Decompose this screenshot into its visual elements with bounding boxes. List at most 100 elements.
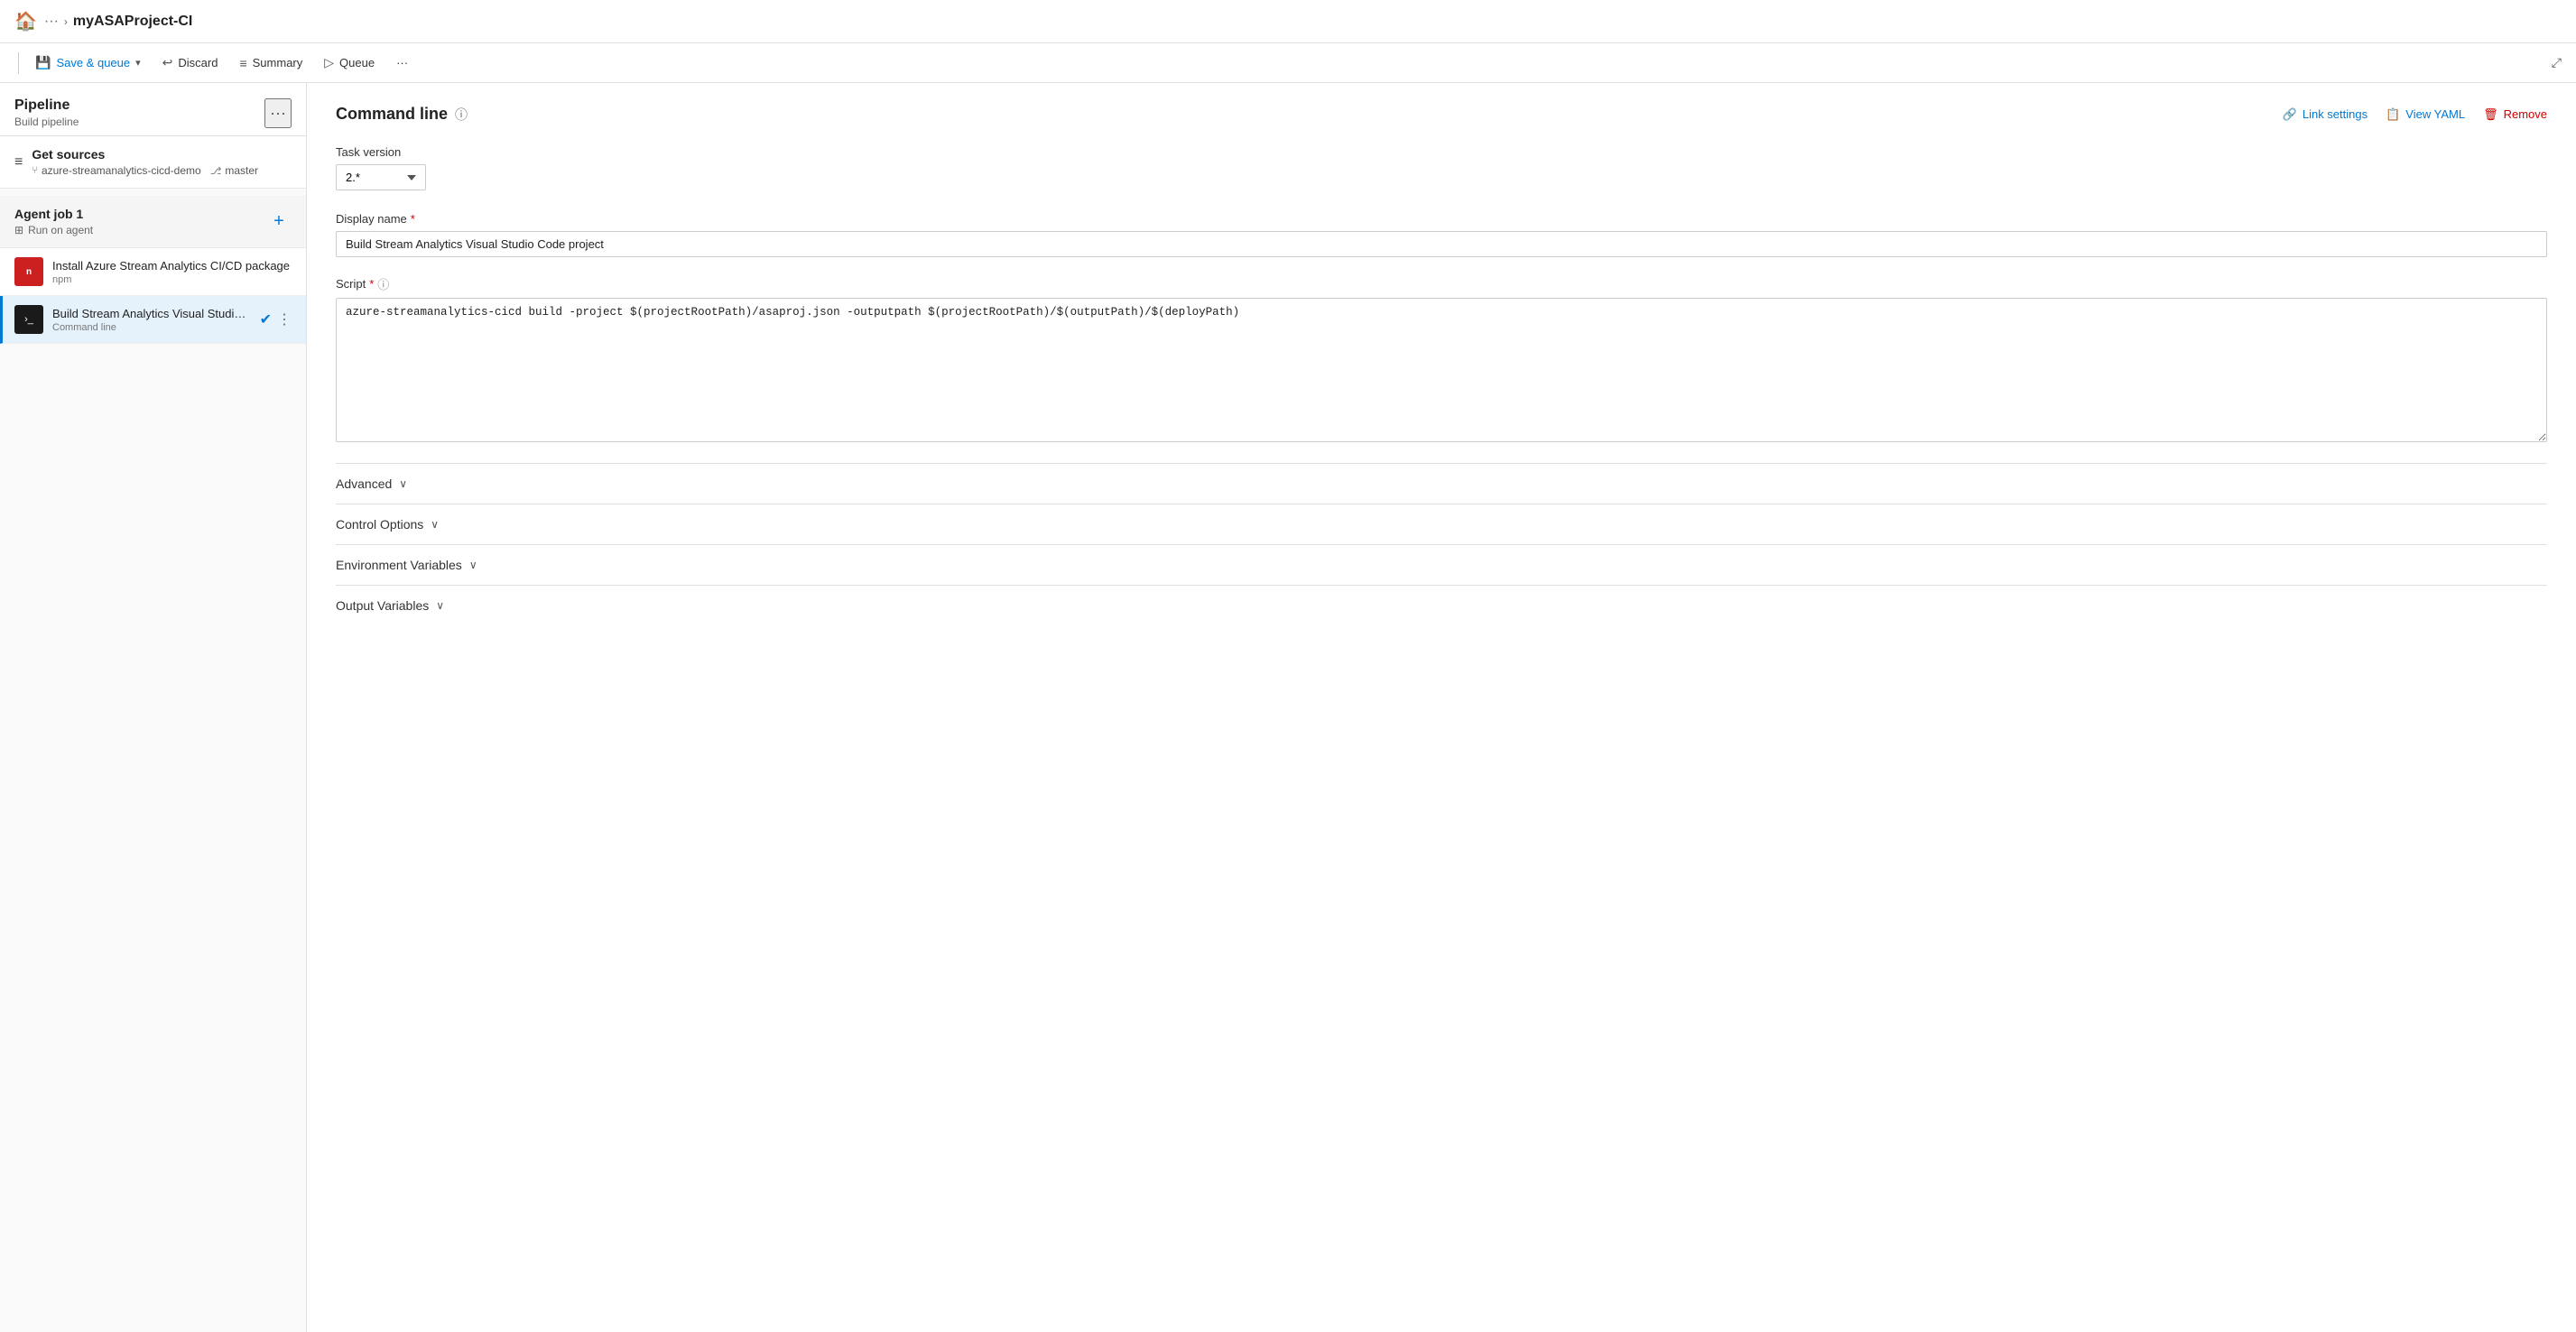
cmd-title-area: Command line ⓘ — [336, 105, 468, 124]
toolbar-divider — [18, 52, 19, 74]
cmd-title: Command line — [336, 105, 448, 124]
advanced-chevron: ∨ — [399, 477, 407, 490]
script-info-icon[interactable]: ⓘ — [377, 275, 389, 292]
environment-variables-section: Environment Variables ∨ — [336, 544, 2547, 585]
cmd-task-title: Build Stream Analytics Visual Studio Cod… — [52, 307, 251, 320]
right-panel: Command line ⓘ 🔗 Link settings 📋 View YA… — [307, 83, 2576, 1332]
control-options-toggle[interactable]: Control Options ∨ — [336, 517, 2547, 532]
agent-job-title: Agent job 1 — [14, 207, 93, 221]
breadcrumb-chevron: › — [64, 15, 68, 28]
advanced-toggle[interactable]: Advanced ∨ — [336, 476, 2547, 491]
output-variables-label: Output Variables — [336, 598, 429, 613]
npm-icon-label: n — [26, 267, 32, 277]
agent-job-left: Agent job 1 ⊞ Run on agent — [14, 207, 93, 236]
save-queue-arrow: ▾ — [135, 57, 141, 69]
get-sources-meta: ⑂ azure-streamanalytics-cicd-demo ⎇ mast… — [32, 164, 258, 177]
cmd-task-content: Build Stream Analytics Visual Studio Cod… — [52, 307, 251, 333]
save-icon: 💾 — [35, 55, 51, 70]
queue-icon: ▷ — [324, 55, 334, 70]
expand-icon[interactable]: ⤢ — [2552, 55, 2562, 70]
view-yaml-icon: 📋 — [2386, 107, 2400, 122]
link-settings-button[interactable]: 🔗 Link settings — [2283, 107, 2368, 122]
task-version-label: Task version — [336, 145, 2547, 159]
save-queue-button[interactable]: 💾 Save & queue ▾ — [26, 51, 150, 74]
cmd-info-icon[interactable]: ⓘ — [455, 106, 468, 124]
get-sources-content: Get sources ⑂ azure-streamanalytics-cicd… — [32, 147, 258, 177]
more-dots: ··· — [396, 56, 408, 69]
environment-variables-toggle[interactable]: Environment Variables ∨ — [336, 558, 2547, 572]
link-settings-label: Link settings — [2303, 107, 2368, 121]
cmd-task-subtitle: Command line — [52, 322, 251, 333]
environment-variables-chevron: ∨ — [469, 559, 477, 571]
control-options-label: Control Options — [336, 517, 423, 532]
get-sources-icon: ≡ — [14, 154, 23, 171]
remove-icon: 🗑 — [2483, 107, 2498, 122]
script-required: * — [369, 277, 374, 291]
discard-icon: ↩ — [162, 55, 173, 70]
breadcrumb-dots[interactable]: ··· — [44, 14, 59, 30]
link-settings-icon: 🔗 — [2283, 107, 2297, 122]
task-item-npm[interactable]: n Install Azure Stream Analytics CI/CD p… — [0, 248, 306, 296]
home-icon: 🏠 — [14, 10, 37, 32]
display-name-row: Display name * — [336, 212, 2547, 257]
get-sources-repo: ⑂ azure-streamanalytics-cicd-demo — [32, 164, 200, 177]
queue-button[interactable]: ▷ Queue — [315, 51, 384, 74]
discard-button[interactable]: ↩ Discard — [153, 51, 227, 74]
control-options-section: Control Options ∨ — [336, 504, 2547, 544]
script-row: Script * ⓘ azure-streamanalytics-cicd bu… — [336, 275, 2547, 445]
output-variables-chevron: ∨ — [436, 599, 444, 612]
save-queue-label: Save & queue — [56, 56, 130, 69]
pipeline-more-button[interactable]: ··· — [264, 98, 292, 128]
task-check-icon: ✔ — [260, 310, 272, 328]
main-layout: Pipeline Build pipeline ··· ≡ Get source… — [0, 83, 2576, 1332]
remove-label: Remove — [2504, 107, 2547, 121]
advanced-label: Advanced — [336, 476, 392, 491]
get-sources-branch: ⎇ master — [210, 164, 258, 177]
display-name-required: * — [411, 212, 415, 226]
task-version-select[interactable]: 2.* 1.* — [336, 164, 426, 190]
agent-icon: ⊞ — [14, 224, 23, 236]
agent-job-row: Agent job 1 ⊞ Run on agent + — [0, 196, 306, 248]
cmd-actions: 🔗 Link settings 📋 View YAML 🗑 Remove — [2283, 107, 2547, 122]
get-sources-row[interactable]: ≡ Get sources ⑂ azure-streamanalytics-ci… — [0, 136, 306, 189]
script-textarea[interactable]: azure-streamanalytics-cicd build -projec… — [336, 298, 2547, 442]
view-yaml-button[interactable]: 📋 View YAML — [2386, 107, 2465, 122]
npm-task-content: Install Azure Stream Analytics CI/CD pac… — [52, 259, 292, 285]
script-label: Script * ⓘ — [336, 275, 2547, 292]
agent-job-subtitle: Run on agent — [28, 224, 93, 236]
control-options-chevron: ∨ — [431, 518, 439, 531]
environment-variables-label: Environment Variables — [336, 558, 462, 572]
cmd-icon: ›_ — [14, 305, 43, 334]
left-panel: Pipeline Build pipeline ··· ≡ Get source… — [0, 83, 307, 1332]
cmd-icon-label: ›_ — [24, 314, 33, 325]
output-variables-toggle[interactable]: Output Variables ∨ — [336, 598, 2547, 613]
get-sources-title: Get sources — [32, 147, 258, 162]
top-bar: 🏠 ··· › myASAProject-CI — [0, 0, 2576, 43]
queue-label: Queue — [339, 56, 375, 69]
pipeline-title: Pipeline — [14, 97, 79, 114]
task-item-cmd[interactable]: ›_ Build Stream Analytics Visual Studio … — [0, 296, 306, 344]
pipeline-subtitle: Build pipeline — [14, 116, 79, 128]
cmd-header: Command line ⓘ 🔗 Link settings 📋 View YA… — [336, 105, 2547, 124]
advanced-section: Advanced ∨ — [336, 463, 2547, 504]
pipeline-header: Pipeline Build pipeline ··· — [0, 83, 306, 136]
cmd-task-actions: ✔ ⋮ — [260, 310, 292, 328]
summary-label: Summary — [253, 56, 303, 69]
repo-icon: ⑂ — [32, 165, 38, 176]
remove-button[interactable]: 🗑 Remove — [2483, 107, 2547, 122]
branch-icon: ⎇ — [210, 165, 222, 177]
more-button[interactable]: ··· — [387, 52, 417, 73]
task-version-row: Task version 2.* 1.* — [336, 145, 2547, 190]
summary-button[interactable]: ≡ Summary — [230, 52, 311, 74]
discard-label: Discard — [178, 56, 218, 69]
agent-job-meta: ⊞ Run on agent — [14, 224, 93, 236]
view-yaml-label: View YAML — [2405, 107, 2465, 121]
display-name-input[interactable] — [336, 231, 2547, 257]
add-task-button[interactable]: + — [266, 209, 292, 235]
task-more-icon[interactable]: ⋮ — [277, 310, 292, 328]
npm-task-title: Install Azure Stream Analytics CI/CD pac… — [52, 259, 292, 273]
repo-name: azure-streamanalytics-cicd-demo — [42, 164, 201, 177]
output-variables-section: Output Variables ∨ — [336, 585, 2547, 625]
display-name-label: Display name * — [336, 212, 2547, 226]
pipeline-title-area: Pipeline Build pipeline — [14, 97, 79, 128]
